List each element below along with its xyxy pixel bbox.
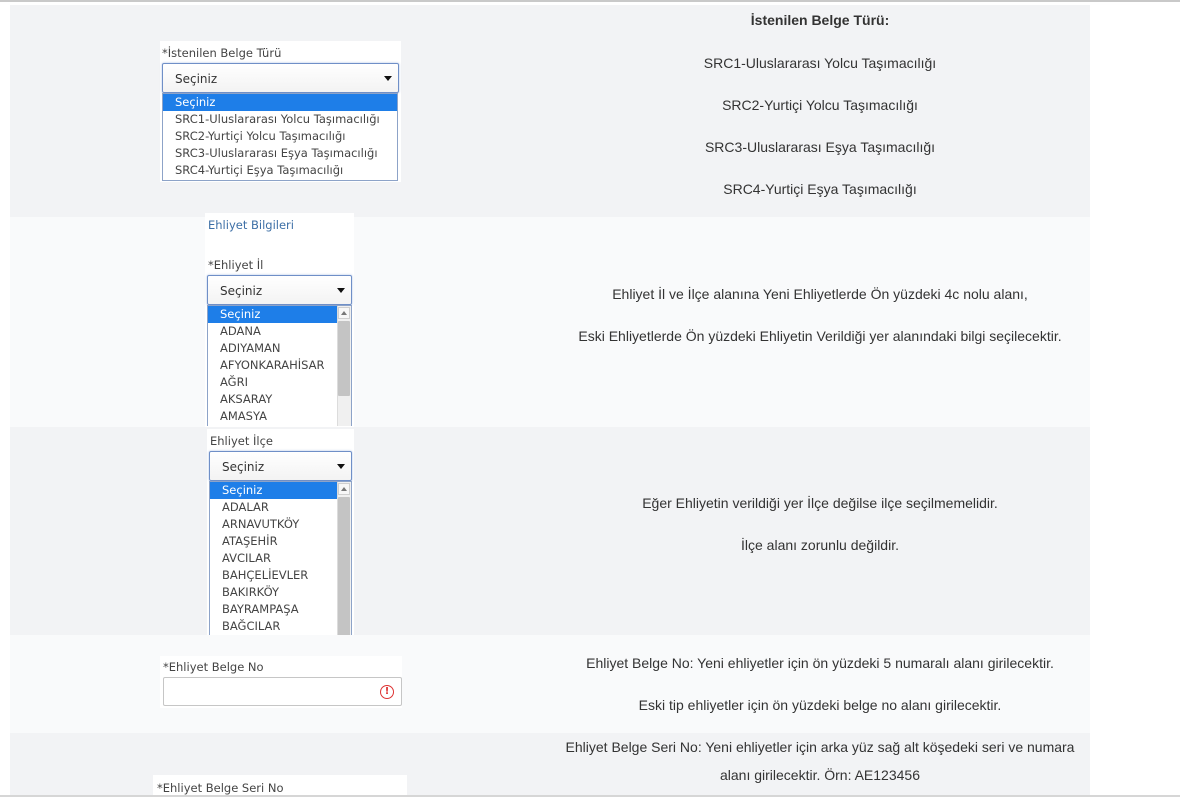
document-type-dropdown[interactable]: Seçiniz SRC1-Uluslararası Yolcu Taşımacı… (162, 93, 398, 181)
dropdown-option[interactable]: ADIYAMAN (208, 340, 351, 357)
top-border (0, 0, 1180, 2)
error-icon: ! (380, 685, 394, 699)
dropdown-option[interactable]: SRC4-Yurtiçi Eşya Taşımacılığı (163, 162, 397, 179)
license-province-selected: Seçiniz (220, 284, 263, 298)
dropdown-option[interactable]: SRC2-Yurtiçi Yolcu Taşımacılığı (163, 128, 397, 145)
scrollbar[interactable] (337, 482, 351, 635)
license-serial-no-info-line: alanı girilecektir. Örn: AE123456 (719, 767, 920, 783)
license-district-selected: Seçiniz (222, 460, 265, 474)
dropdown-option[interactable]: AMASYA (208, 408, 351, 425)
scrollbar-thumb[interactable] (338, 321, 350, 396)
scrollbar[interactable] (337, 306, 351, 426)
document-type-info-title: İstenilen Belge Türü: (750, 12, 890, 28)
license-doc-no-label: *Ehliyet Belge No (163, 660, 264, 674)
license-doc-no-input[interactable]: ! (163, 677, 402, 706)
license-province-select[interactable]: Seçiniz (207, 275, 352, 305)
scrollbar-thumb[interactable] (338, 497, 350, 635)
dropdown-option[interactable]: Seçiniz (210, 482, 337, 499)
dropdown-option[interactable]: BAKIRKÖY (210, 584, 351, 601)
license-district-info-line: İlçe alanı zorunlu değildir. (741, 537, 899, 553)
document-type-select[interactable]: Seçiniz (162, 63, 399, 93)
license-province-field: Ehliyet Bilgileri *Ehliyet İl Seçiniz Se… (205, 213, 354, 427)
chevron-down-icon (384, 76, 392, 81)
license-province-label: *Ehliyet İl (208, 258, 264, 272)
dropdown-option[interactable]: BAHÇELİEVLER (210, 567, 351, 584)
dropdown-option[interactable]: ATAŞEHİR (210, 533, 351, 550)
license-province-info-line: Eski Ehliyetlerde Ön yüzdeki Ehliyetin V… (578, 328, 1062, 344)
license-serial-no-field: *Ehliyet Belge Seri No (153, 775, 407, 797)
license-doc-no-info-line: Eski tip ehliyetler için ön yüzdeki belg… (638, 697, 1002, 713)
dropdown-option[interactable]: BAĞCILAR (210, 618, 351, 635)
dropdown-option[interactable]: AFYONKARAHİSAR (208, 357, 351, 374)
license-district-info-line: Eğer Ehliyetin verildiği yer İlçe değils… (642, 495, 998, 511)
license-province-dropdown[interactable]: Seçiniz ADANA ADIYAMAN AFYONKARAHİSAR AĞ… (207, 305, 352, 426)
document-type-info-line: SRC1-Uluslararası Yolcu Taşımacılığı (703, 55, 937, 71)
license-section-title: Ehliyet Bilgileri (208, 218, 294, 232)
chevron-down-icon (337, 288, 345, 293)
dropdown-option[interactable]: AVCILAR (210, 550, 351, 567)
license-province-section (10, 217, 1090, 427)
license-district-select[interactable]: Seçiniz (209, 451, 352, 481)
dropdown-option[interactable]: ADANA (208, 323, 351, 340)
dropdown-option[interactable]: AKSARAY (208, 391, 351, 408)
document-type-info-line: SRC3-Uluslararası Eşya Taşımacılığı (704, 139, 936, 155)
scroll-up-icon[interactable] (338, 307, 350, 319)
dropdown-option[interactable]: ARNAVUTKÖY (210, 516, 351, 533)
chevron-down-icon (337, 464, 345, 469)
document-type-info-line: SRC2-Yurtiçi Yolcu Taşımacılığı (722, 97, 918, 113)
document-type-field: *İstenilen Belge Türü Seçiniz Seçiniz SR… (160, 41, 401, 182)
dropdown-option[interactable]: ADALAR (210, 499, 351, 516)
license-district-field: Ehliyet İlçe Seçiniz Seçiniz ADALAR ARNA… (207, 429, 354, 635)
license-serial-no-info-line: Ehliyet Belge Seri No: Yeni ehliyetler i… (565, 739, 1075, 755)
license-doc-no-field: *Ehliyet Belge No ! (160, 656, 402, 708)
license-district-dropdown[interactable]: Seçiniz ADALAR ARNAVUTKÖY ATAŞEHİR AVCIL… (209, 481, 352, 635)
dropdown-option[interactable]: SRC3-Uluslararası Eşya Taşımacılığı (163, 145, 397, 162)
dropdown-option[interactable]: BAYRAMPAŞA (210, 601, 351, 618)
license-serial-no-label: *Ehliyet Belge Seri No (157, 781, 284, 795)
document-type-selected: Seçiniz (175, 72, 218, 86)
scroll-up-icon[interactable] (338, 483, 350, 495)
license-district-section (10, 427, 1090, 635)
license-province-info-line: Ehliyet İl ve İlçe alanına Yeni Ehliyetl… (612, 286, 1028, 302)
license-district-label: Ehliyet İlçe (210, 434, 273, 448)
dropdown-option[interactable]: AĞRI (208, 374, 351, 391)
dropdown-option[interactable]: Seçiniz (163, 94, 397, 111)
license-doc-no-info-line: Ehliyet Belge No: Yeni ehliyetler için ö… (586, 655, 1054, 671)
document-type-label: *İstenilen Belge Türü (162, 46, 282, 60)
dropdown-option[interactable]: SRC1-Uluslararası Yolcu Taşımacılığı (163, 111, 397, 128)
document-type-info-line: SRC4-Yurtiçi Eşya Taşımacılığı (723, 181, 917, 197)
dropdown-option[interactable]: Seçiniz (208, 306, 337, 323)
